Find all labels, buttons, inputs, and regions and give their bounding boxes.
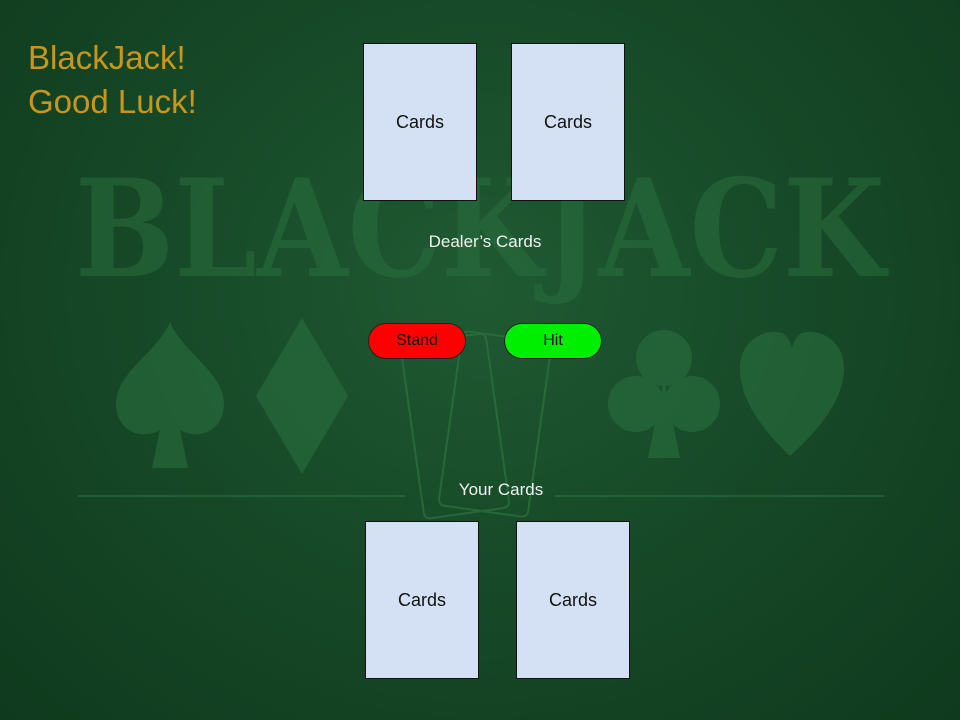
heart-icon — [740, 331, 844, 456]
game-greeting: BlackJack! Good Luck! — [28, 36, 197, 124]
hit-button[interactable]: Hit — [504, 323, 602, 359]
dealer-card-1: Cards — [363, 43, 477, 201]
player-card-1: Cards — [365, 521, 479, 679]
game-subtitle: Good Luck! — [28, 83, 197, 120]
spade-icon — [116, 322, 224, 468]
stand-button[interactable]: Stand — [368, 323, 466, 359]
game-title: BlackJack! — [28, 39, 186, 76]
player-cards-label: Your Cards — [458, 480, 544, 499]
blackjack-watermark: BLACKJACK — [75, 149, 889, 308]
dealer-card-2: Cards — [511, 43, 625, 201]
diamond-icon — [256, 318, 348, 474]
player-card-2: Cards — [516, 521, 630, 679]
dealer-cards-label: Dealer’s Cards — [428, 232, 542, 251]
club-icon — [608, 330, 720, 458]
